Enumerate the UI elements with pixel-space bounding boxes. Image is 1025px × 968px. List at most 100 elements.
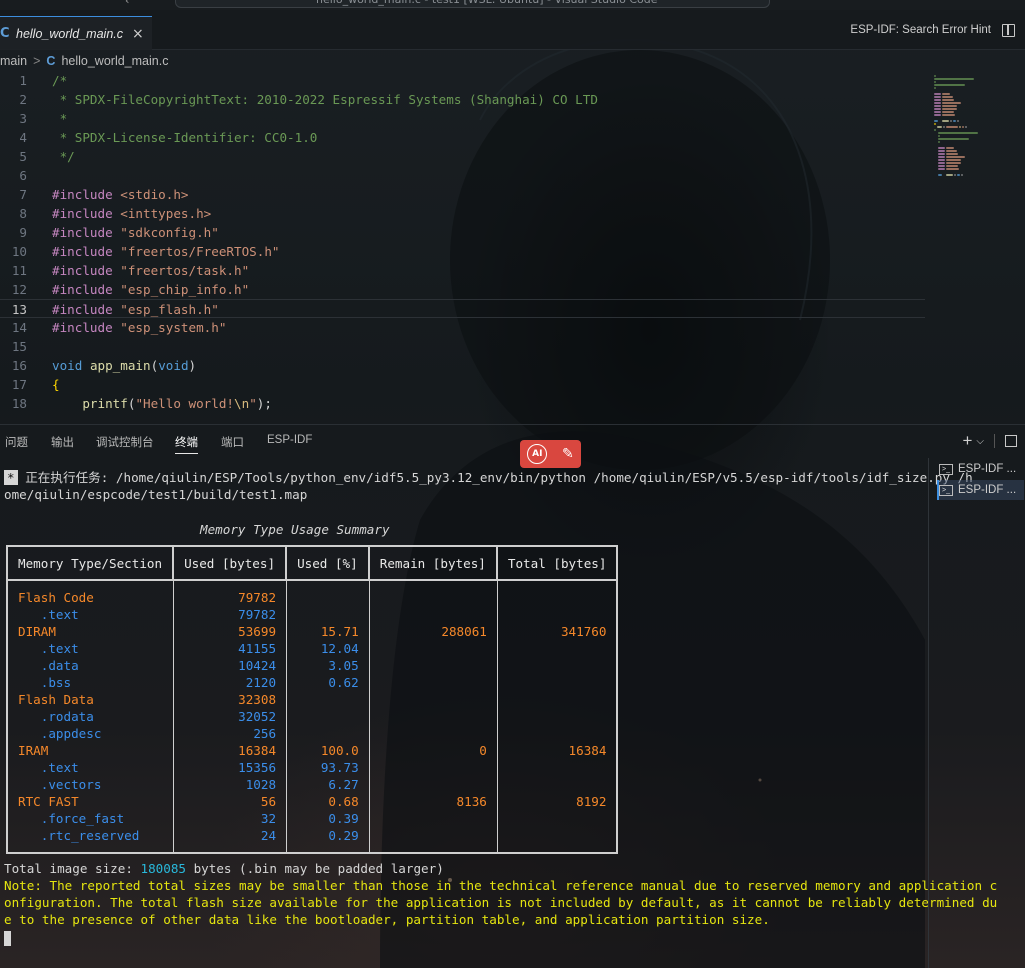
table-cell (287, 581, 370, 589)
code-line[interactable]: 8 #include <inttypes.h> (0, 204, 925, 223)
minimap-line (934, 129, 936, 131)
table-cell-used: 24 (174, 827, 288, 844)
table-cell-used: 256 (174, 725, 288, 742)
table-cell (370, 581, 498, 589)
table-cell-used: 32308 (174, 691, 288, 708)
maximize-panel-icon[interactable] (1005, 435, 1017, 447)
table-row: .appdesc 256 (8, 725, 616, 742)
new-terminal-icon[interactable]: + (962, 431, 972, 451)
tab-ports[interactable]: 端口 (221, 434, 244, 450)
tab-problems[interactable]: 问题 (5, 434, 28, 450)
terminal-name: ESP-IDF ... (958, 484, 1017, 496)
code-token: { (52, 377, 60, 392)
table-spacer-row (8, 844, 616, 852)
code-token: app_main (89, 358, 151, 373)
tab-debug-console[interactable]: 调试控制台 (96, 434, 154, 450)
split-editor-icon[interactable] (1002, 24, 1015, 37)
tab-esp-idf[interactable]: ESP-IDF (267, 434, 312, 446)
code-line[interactable]: 18 printf("Hello world!\n"); (0, 394, 925, 413)
table-cell-pct: 0.39 (287, 810, 370, 827)
code-line[interactable]: 17 { (0, 375, 925, 394)
minimap-line (934, 78, 974, 80)
breadcrumb-file[interactable]: hello_world_main.c (61, 54, 168, 68)
minimap-line (942, 99, 954, 101)
code-token: "sdkconfig.h" (112, 225, 219, 240)
table-cell-used: 56 (174, 793, 288, 810)
terminal-list-item[interactable]: >_ ESP-IDF ... (939, 459, 1025, 479)
table-cell-name: Flash Data (8, 691, 175, 708)
table-cell (8, 581, 175, 589)
minimap-line (938, 135, 940, 137)
minimap-line (938, 159, 946, 161)
column-header: Used [%] (287, 547, 370, 581)
minimap-line (942, 93, 951, 95)
table-cell-remain (370, 810, 498, 827)
table-row: IRAM 16384 100.0 0 16384 (8, 742, 616, 759)
line-number: 5 (19, 149, 27, 164)
column-header: Remain [bytes] (369, 547, 498, 581)
table-cell-remain (370, 606, 498, 623)
code-token: void (52, 358, 83, 373)
code-token: */ (52, 149, 75, 164)
code-line[interactable]: 1 /* (0, 71, 925, 90)
title-arrow-icon[interactable]: ‹ (125, 0, 129, 7)
code-token: * SPDX-FileCopyrightText: 2010-2022 Espr… (52, 92, 598, 107)
code-line[interactable]: 14 #include "esp_system.h" (0, 318, 925, 337)
minimap-line (946, 159, 962, 161)
table-cell (174, 581, 288, 589)
code-line[interactable]: 16 void app_main(void) (0, 356, 925, 375)
code-line[interactable]: 9 #include "sdkconfig.h" (0, 223, 925, 242)
terminal-list-item-selected[interactable]: >_ ESP-IDF ... (937, 480, 1024, 500)
table-cell-remain (370, 759, 498, 776)
code-line[interactable]: 7 #include <stdio.h> (0, 185, 925, 204)
minimap-line (965, 126, 968, 128)
code-text: */ (52, 147, 75, 166)
column-header: Used [bytes] (174, 547, 288, 581)
code-line[interactable]: 12 #include "esp_chip_info.h" (0, 280, 925, 299)
code-token: <stdio.h> (112, 187, 189, 202)
code-line[interactable]: 6 (0, 166, 925, 185)
code-line[interactable]: 2 * SPDX-FileCopyrightText: 2010-2022 Es… (0, 90, 925, 109)
code-editor[interactable]: 1 /* 2 * SPDX-FileCopyrightText: 2010-2022… (0, 71, 925, 421)
code-line[interactable]: 15 (0, 337, 925, 356)
code-line[interactable]: 4 * SPDX-License-Identifier: CC0-1.0 (0, 128, 925, 147)
close-icon[interactable]: × (132, 26, 144, 42)
code-text: /* (52, 71, 67, 90)
table-row: Flash Data 32308 (8, 691, 616, 708)
task-marker: * (4, 470, 18, 485)
code-token: /* (52, 73, 68, 88)
note-line: e to the presence of other data like the… (4, 912, 770, 927)
tab-output[interactable]: 输出 (51, 434, 74, 450)
minimap-line (938, 147, 946, 149)
esp-idf-search-error-hint-button[interactable]: ESP-IDF: Search Error Hint (850, 24, 991, 36)
code-token: #include (52, 302, 113, 317)
total-image-size-value: 180085 (140, 861, 186, 876)
total-prefix: Total image size: (4, 861, 141, 876)
table-cell-total: 341760 (560, 624, 607, 639)
code-line[interactable]: 10 #include "freertos/FreeRTOS.h" (0, 242, 925, 261)
chevron-down-icon[interactable]: ⌵ (976, 436, 984, 447)
table-cell-name: .appdesc (8, 725, 175, 742)
minimap[interactable] (928, 71, 1025, 191)
minimap-line (952, 120, 957, 122)
table-cell-pct: 93.73 (287, 759, 370, 776)
table-cell-name: .text (8, 640, 175, 657)
code-line[interactable]: 13 #include "esp_flash.h" (0, 299, 925, 318)
tab-terminal[interactable]: 终端 (175, 434, 198, 454)
command-center[interactable]: hello_world_main.c - test1 [WSL: Ubuntu]… (175, 0, 770, 8)
code-token: * SPDX-License-Identifier: CC0-1.0 (52, 130, 318, 145)
task-command-text: 正在执行任务: /home/qiulin/ESP/Tools/python_en… (25, 470, 973, 485)
minimap-line (946, 153, 958, 155)
code-token: #include (52, 320, 113, 335)
breadcrumb-folder[interactable]: main (0, 54, 27, 68)
code-line[interactable]: 3 * (0, 109, 925, 128)
table-cell-used: 1028 (174, 776, 288, 793)
table-cell-total (498, 657, 617, 674)
tab-hello-world-main[interactable]: C hello_world_main.c × (0, 16, 152, 50)
table-cell-remain: 288061 (370, 623, 498, 640)
table-cell-total (498, 810, 617, 827)
code-line[interactable]: 11 #include "freertos/task.h" (0, 261, 925, 280)
editor-scrollbar[interactable] (1016, 71, 1025, 421)
code-line[interactable]: 5 */ (0, 147, 925, 166)
